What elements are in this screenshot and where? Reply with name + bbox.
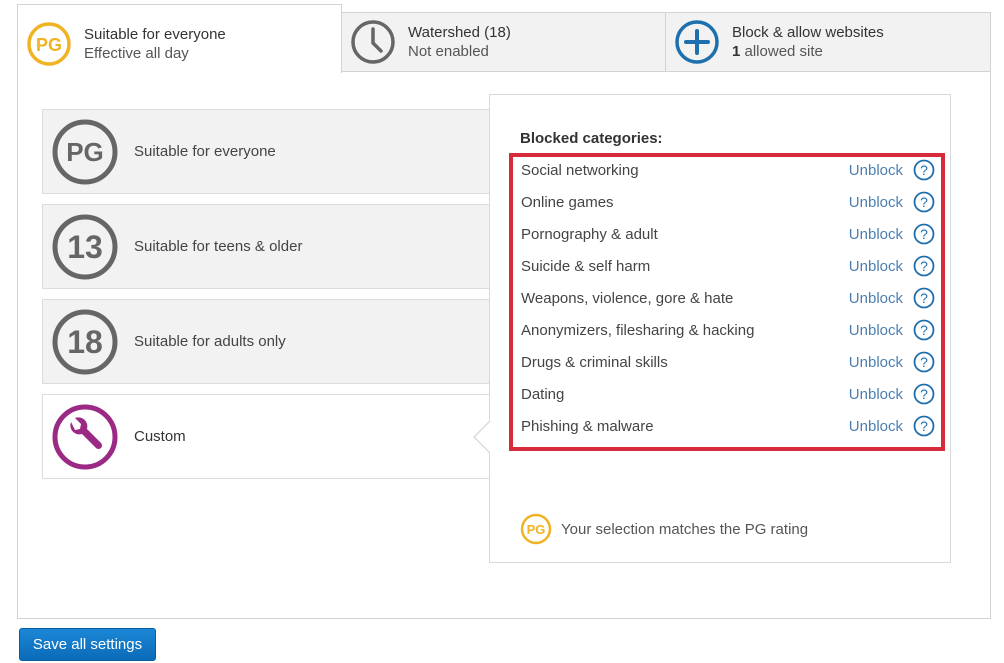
category-row: Pornography & adult Unblock ? (521, 218, 935, 250)
save-all-settings-button[interactable]: Save all settings (19, 628, 156, 661)
help-icon[interactable]: ? (913, 255, 935, 277)
category-name: Suicide & self harm (521, 257, 651, 275)
rating-option-13[interactable]: 13 Suitable for teens & older (42, 204, 490, 289)
svg-text:?: ? (920, 322, 928, 338)
unblock-link[interactable]: Unblock (849, 258, 903, 275)
category-row: Anonymizers, filesharing & hacking Unblo… (521, 314, 935, 346)
category-row: Online games Unblock ? (521, 186, 935, 218)
rating-label: Suitable for adults only (134, 333, 286, 350)
help-icon[interactable]: ? (913, 351, 935, 373)
svg-text:?: ? (920, 354, 928, 370)
tab-title: Watershed (18) (408, 24, 511, 41)
unblock-link[interactable]: Unblock (849, 386, 903, 403)
allowed-text: allowed site (740, 43, 823, 60)
category-row: Dating Unblock ? (521, 378, 935, 410)
help-icon[interactable]: ? (913, 191, 935, 213)
selection-pointer-fill (475, 421, 491, 453)
pg-rating-icon: PG (52, 119, 118, 184)
pg-rating-icon: PG (520, 513, 552, 545)
blocked-categories-heading: Blocked categories: (520, 130, 663, 147)
svg-text:?: ? (920, 226, 928, 242)
category-name: Drugs & criminal skills (521, 353, 668, 371)
category-row: Weapons, violence, gore & hate Unblock ? (521, 282, 935, 314)
rating-label: Suitable for teens & older (134, 238, 303, 255)
category-row: Phishing & malware Unblock ? (521, 410, 935, 442)
clock-icon (351, 20, 395, 64)
tab-title: Suitable for everyone (84, 25, 226, 43)
rating-badge-text: PG (66, 137, 104, 167)
tab-block-allow-websites[interactable]: Block & allow websites 1 allowed site (665, 12, 991, 72)
tab-subtitle: 1 allowed site (732, 42, 884, 61)
unblock-link[interactable]: Unblock (849, 322, 903, 339)
help-icon[interactable]: ? (913, 287, 935, 309)
tab-suitable-for-everyone[interactable]: PG Suitable for everyone Effective all d… (17, 4, 342, 73)
blocked-categories-panel: Blocked categories: Social networking Un… (489, 94, 951, 563)
13-rating-icon: 13 (52, 214, 118, 279)
tab-pg-badge-text: PG (36, 35, 62, 55)
unblock-link[interactable]: Unblock (849, 418, 903, 435)
match-badge-text: PG (527, 522, 546, 537)
rating-badge-text: 13 (67, 229, 103, 265)
category-name: Pornography & adult (521, 225, 658, 243)
category-name: Phishing & malware (521, 417, 654, 435)
category-row: Suicide & self harm Unblock ? (521, 250, 935, 282)
category-name: Dating (521, 385, 565, 403)
tab-watershed[interactable]: Watershed (18) Not enabled (341, 12, 666, 72)
plus-circle-icon (675, 20, 719, 64)
help-icon[interactable]: ? (913, 415, 935, 437)
rating-match-text: Your selection matches the PG rating (561, 520, 809, 538)
rating-label: Custom (134, 428, 186, 445)
category-name: Online games (521, 193, 614, 211)
rating-option-custom[interactable]: Custom (42, 394, 490, 479)
unblock-link[interactable]: Unblock (849, 194, 903, 211)
pg-rating-icon: PG (27, 21, 71, 66)
unblock-link[interactable]: Unblock (849, 290, 903, 307)
category-row: Drugs & criminal skills Unblock ? (521, 346, 935, 378)
help-icon[interactable]: ? (913, 319, 935, 341)
unblock-link[interactable]: Unblock (849, 162, 903, 179)
svg-text:?: ? (920, 386, 928, 402)
wrench-icon (52, 404, 118, 469)
rating-option-pg[interactable]: PG Suitable for everyone (42, 109, 490, 194)
category-name: Weapons, violence, gore & hate (521, 289, 734, 307)
svg-text:?: ? (920, 258, 928, 274)
rating-label: Suitable for everyone (134, 143, 276, 160)
unblock-link[interactable]: Unblock (849, 226, 903, 243)
tab-subtitle: Effective all day (84, 44, 189, 62)
svg-text:?: ? (920, 194, 928, 210)
unblock-link[interactable]: Unblock (849, 354, 903, 371)
18-rating-icon: 18 (52, 309, 118, 374)
svg-text:?: ? (920, 290, 928, 306)
rating-match-note: PG Your selection matches the PG rating (520, 513, 808, 545)
category-row: Social networking Unblock ? (521, 154, 935, 186)
svg-text:?: ? (920, 162, 928, 178)
blocked-categories-list: Social networking Unblock ? Online games… (509, 153, 945, 451)
help-icon[interactable]: ? (913, 223, 935, 245)
help-icon[interactable]: ? (913, 383, 935, 405)
tab-subtitle: Not enabled (408, 43, 489, 60)
tab-title: Block & allow websites (732, 24, 884, 41)
settings-tabs: PG Suitable for everyone Effective all d… (17, 4, 991, 73)
svg-text:?: ? (920, 418, 928, 434)
rating-badge-text: 18 (67, 324, 103, 360)
category-name: Social networking (521, 161, 639, 179)
help-icon[interactable]: ? (913, 159, 935, 181)
rating-option-18[interactable]: 18 Suitable for adults only (42, 299, 490, 384)
category-name: Anonymizers, filesharing & hacking (521, 321, 755, 339)
